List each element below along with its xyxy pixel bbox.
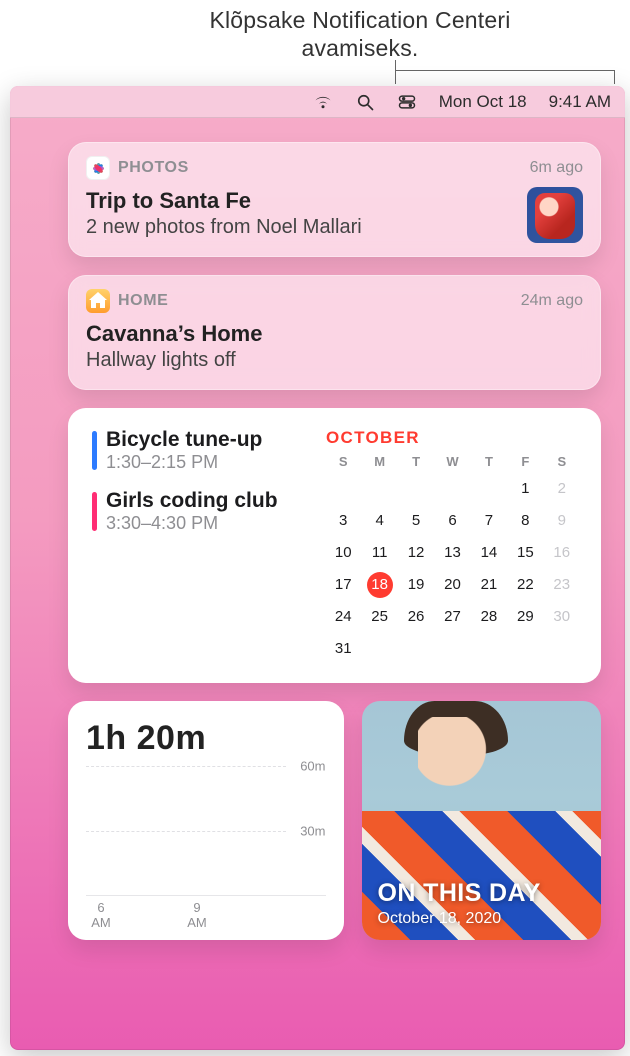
calendar-day	[399, 635, 433, 663]
screen-time-widget[interactable]: 1h 20m 60m30m 6 AM9 AM	[68, 701, 344, 940]
calendar-dow: T	[399, 454, 433, 471]
menubar-clock[interactable]: 9:41 AM	[549, 92, 611, 112]
calendar-day[interactable]: 26	[399, 603, 433, 631]
photos-app-icon	[86, 156, 110, 180]
calendar-grid: SMTWTFS123456789101112131415161718192021…	[326, 454, 579, 663]
calendar-widget[interactable]: Bicycle tune-up 1:30–2:15 PM Girls codin…	[68, 408, 601, 683]
calendar-dow: S	[326, 454, 360, 471]
calendar-day[interactable]: 6	[435, 507, 469, 535]
calendar-day[interactable]: 28	[472, 603, 506, 631]
calendar-dow: T	[472, 454, 506, 471]
caption-text: Klõpsake Notification Centeri avamiseks.	[170, 6, 550, 62]
calendar-day	[545, 635, 579, 663]
calendar-month: OCTOBER SMTWTFS1234567891011121314151617…	[326, 428, 579, 663]
calendar-day[interactable]: 21	[472, 571, 506, 599]
calendar-day[interactable]: 3	[326, 507, 360, 535]
calendar-day[interactable]: 4	[362, 507, 396, 535]
chart-x-tick	[122, 900, 144, 930]
control-center-icon[interactable]	[397, 92, 417, 112]
calendar-day[interactable]: 31	[326, 635, 360, 663]
calendar-day[interactable]: 7	[472, 507, 506, 535]
home-app-icon	[86, 289, 110, 313]
calendar-day[interactable]: 20	[435, 571, 469, 599]
screen-time-chart: 60m30m	[86, 766, 326, 896]
chart-y-tick: 30m	[300, 823, 325, 838]
calendar-day[interactable]: 18	[362, 571, 396, 599]
calendar-events: Bicycle tune-up 1:30–2:15 PM Girls codin…	[92, 428, 312, 663]
calendar-day	[435, 475, 469, 503]
calendar-day[interactable]: 12	[399, 539, 433, 567]
notification-title: Trip to Santa Fe	[86, 188, 583, 214]
chart-x-tick	[154, 900, 176, 930]
calendar-day[interactable]: 22	[508, 571, 542, 599]
calendar-day	[435, 635, 469, 663]
calendar-day	[399, 475, 433, 503]
calendar-day[interactable]: 10	[326, 539, 360, 567]
calendar-day[interactable]: 27	[435, 603, 469, 631]
notification-center: PHOTOS 6m ago Trip to Santa Fe 2 new pho…	[68, 142, 601, 940]
calendar-day[interactable]: 8	[508, 507, 542, 535]
calendar-dow: W	[435, 454, 469, 471]
photos-memory-widget[interactable]: ON THIS DAY October 18, 2020	[362, 701, 602, 940]
calendar-day[interactable]: 11	[362, 539, 396, 567]
calendar-dow: M	[362, 454, 396, 471]
calendar-day[interactable]: 23	[545, 571, 579, 599]
notification-thumbnail	[527, 187, 583, 243]
screen-time-total: 1h 20m	[86, 719, 326, 758]
chart-x-tick	[218, 900, 240, 930]
calendar-day	[362, 635, 396, 663]
calendar-event[interactable]: Girls coding club 3:30–4:30 PM	[92, 489, 312, 534]
calendar-day[interactable]: 29	[508, 603, 542, 631]
memory-date: October 18, 2020	[378, 910, 586, 928]
screen-time-xaxis: 6 AM 9 AM	[86, 896, 326, 930]
calendar-day[interactable]: 15	[508, 539, 542, 567]
desktop-window: Mon Oct 18 9:41 AM	[10, 86, 625, 1050]
event-time: 3:30–4:30 PM	[106, 513, 312, 534]
calendar-event[interactable]: Bicycle tune-up 1:30–2:15 PM	[92, 428, 312, 473]
menubar-date[interactable]: Mon Oct 18	[439, 92, 527, 112]
calendar-dow: S	[545, 454, 579, 471]
calendar-day	[472, 635, 506, 663]
notification-app-name: PHOTOS	[118, 159, 189, 177]
event-time: 1:30–2:15 PM	[106, 452, 312, 473]
calendar-month-label: OCTOBER	[326, 428, 579, 448]
calendar-day[interactable]: 9	[545, 507, 579, 535]
calendar-day[interactable]: 16	[545, 539, 579, 567]
notification-photos[interactable]: PHOTOS 6m ago Trip to Santa Fe 2 new pho…	[68, 142, 601, 257]
calendar-day[interactable]: 17	[326, 571, 360, 599]
chart-x-tick: 6 AM	[90, 900, 112, 930]
wifi-icon[interactable]	[313, 92, 333, 112]
notification-title: Cavanna’s Home	[86, 321, 583, 347]
event-title: Bicycle tune-up	[106, 428, 312, 452]
notification-home[interactable]: HOME 24m ago Cavanna’s Home Hallway ligh…	[68, 275, 601, 390]
calendar-day[interactable]: 24	[326, 603, 360, 631]
notification-body: 2 new photos from Noel Mallari	[86, 216, 583, 239]
calendar-day[interactable]: 25	[362, 603, 396, 631]
calendar-day[interactable]: 5	[399, 507, 433, 535]
memory-overlay: ON THIS DAY October 18, 2020	[378, 879, 586, 928]
menu-bar: Mon Oct 18 9:41 AM	[10, 86, 625, 118]
calendar-day[interactable]: 14	[472, 539, 506, 567]
notification-app-name: HOME	[118, 292, 168, 310]
calendar-day	[472, 475, 506, 503]
calendar-dow: F	[508, 454, 542, 471]
calendar-day[interactable]: 30	[545, 603, 579, 631]
notification-time: 6m ago	[530, 159, 583, 177]
event-title: Girls coding club	[106, 489, 312, 513]
spotlight-icon[interactable]	[355, 92, 375, 112]
memory-heading: ON THIS DAY	[378, 879, 586, 908]
annotation-callout: Klõpsake Notification Centeri avamiseks.	[0, 0, 630, 86]
calendar-day[interactable]: 13	[435, 539, 469, 567]
calendar-day[interactable]: 1	[508, 475, 542, 503]
notification-body: Hallway lights off	[86, 349, 583, 372]
chart-y-tick: 60m	[300, 759, 325, 774]
calendar-day	[362, 475, 396, 503]
calendar-day[interactable]: 2	[545, 475, 579, 503]
chart-x-tick	[250, 900, 272, 930]
calendar-day	[326, 475, 360, 503]
chart-x-tick: 9 AM	[186, 900, 208, 930]
calendar-day[interactable]: 19	[399, 571, 433, 599]
calendar-day	[508, 635, 542, 663]
notification-time: 24m ago	[521, 292, 583, 310]
